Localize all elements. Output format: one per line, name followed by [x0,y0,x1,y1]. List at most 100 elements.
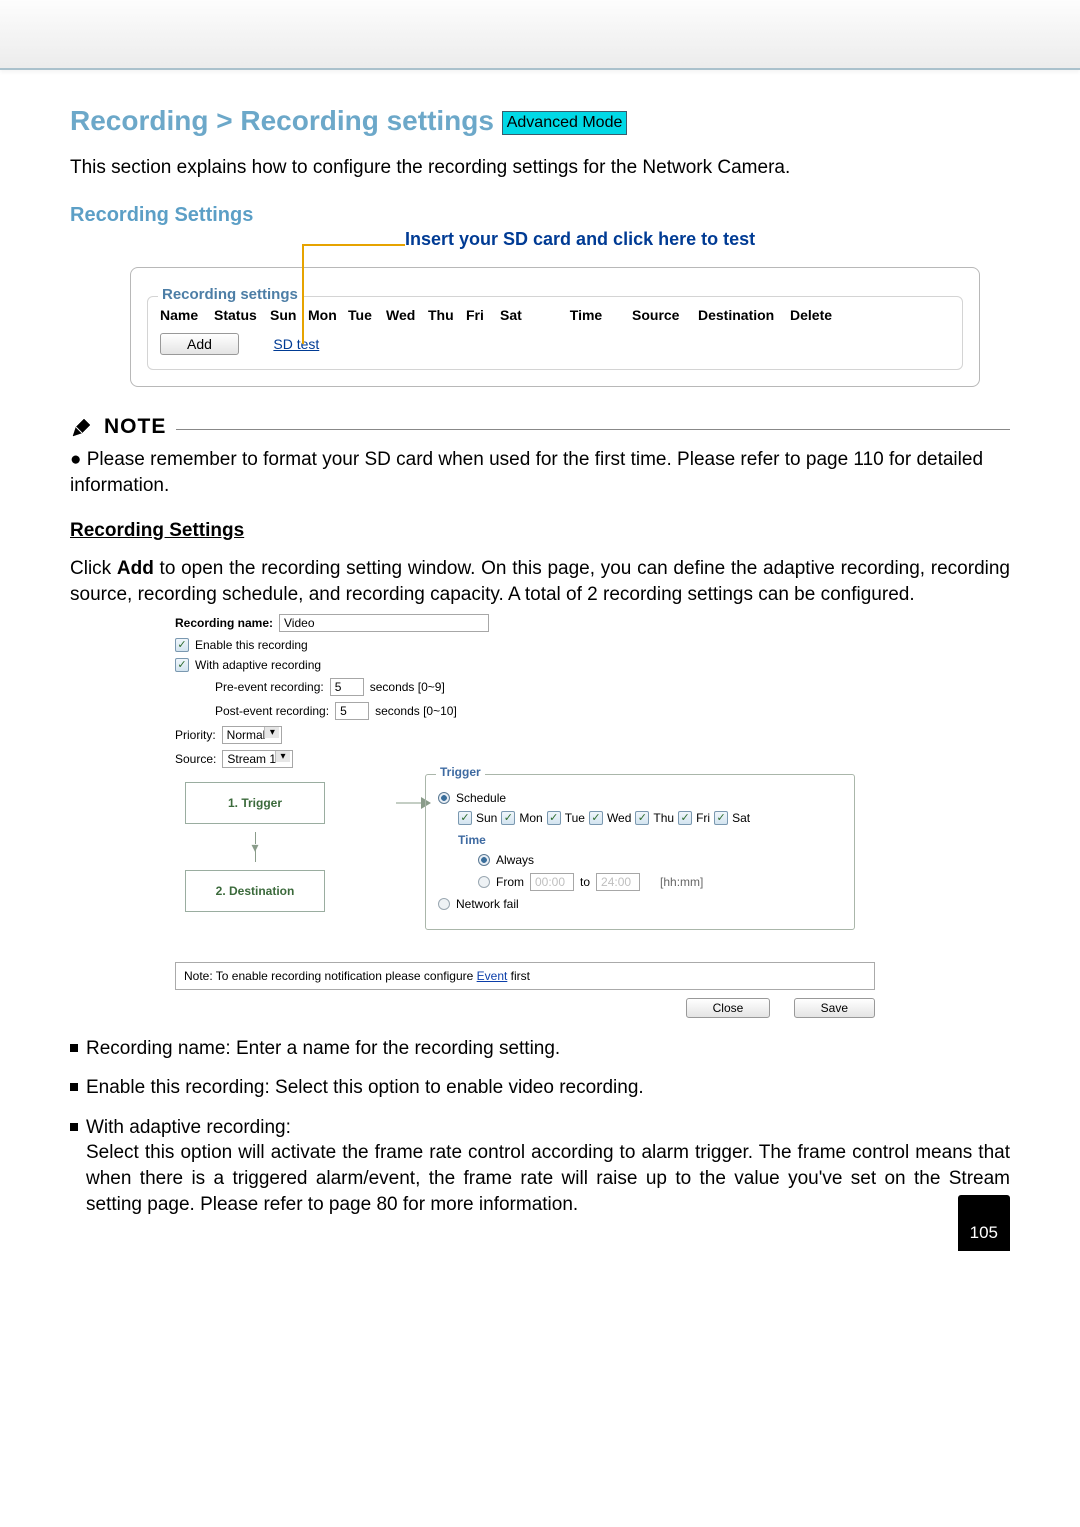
day-wed-checkbox[interactable]: ✓ [589,811,603,825]
col-tue: Tue [348,307,380,323]
row-source: Source: Stream 1 [175,750,875,768]
sd-test-link[interactable]: SD test [273,336,319,352]
square-bullet-icon [70,1123,78,1131]
schedule-label: Schedule [456,791,506,805]
add-button[interactable]: Add [160,333,239,355]
priority-select[interactable]: Normal [222,726,283,744]
from-radio[interactable] [478,876,490,888]
breadcrumb: Recording > Recording settings [70,105,494,136]
day-mon-checkbox[interactable]: ✓ [501,811,515,825]
col-wed: Wed [386,307,422,323]
bullet-recording-name: Recording name: Enter a name for the rec… [70,1036,1010,1062]
note-rule [176,429,1010,430]
flow-step-trigger[interactable]: 1. Trigger [185,782,325,824]
table-header-row: Name Status Sun Mon Tue Wed Thu Fri Sat … [160,307,950,333]
trigger-fieldset: Trigger Schedule ✓Sun ✓Mon ✓Tue ✓Wed ✓Th… [425,774,855,930]
post-event-input[interactable]: 5 [335,702,369,720]
save-button[interactable]: Save [794,998,875,1018]
hhmm-hint: [hh:mm] [660,875,703,889]
note-header: NOTE [70,415,1010,439]
close-button[interactable]: Close [686,998,771,1018]
flow-conn-2 [255,850,256,862]
from-label: From [496,875,524,889]
row-adaptive: ✓ With adaptive recording [175,658,875,672]
post-event-label: Post-event recording: [215,704,329,718]
row-network-fail: Network fail [438,897,842,911]
page-number: 105 [958,1195,1010,1251]
col-sat: Sat [500,307,540,323]
page-content: Recording > Recording settings Advanced … [0,70,1080,1271]
source-select[interactable]: Stream 1 [222,750,293,768]
rs-para-a: Click [70,558,117,579]
bullet-2-text: Enable this recording: Select this optio… [86,1077,644,1098]
recording-settings-paragraph: Click Add to open the recording setting … [70,556,1010,607]
panel-wrap: Recording settings Name Status Sun Mon T… [70,267,1010,387]
intro-text: This section explains how to configure t… [70,157,1010,179]
event-note-pre: Note: To enable recording notification p… [184,969,477,983]
day-sun-checkbox[interactable]: ✓ [458,811,472,825]
note-bullet: ● Please remember to format your SD card… [70,447,1010,498]
callout-v-line [302,244,304,344]
to-input[interactable]: 24:00 [596,873,640,891]
post-event-unit: seconds [0~10] [375,704,457,718]
section-subhead: Recording Settings [70,204,1010,227]
network-fail-radio[interactable] [438,898,450,910]
mode-badge: Advanced Mode [502,111,628,135]
rs-para-add: Add [117,558,154,579]
pre-event-label: Pre-event recording: [215,680,324,694]
priority-label: Priority: [175,728,216,742]
flow-column: 1. Trigger ▾ 2. Destination [175,774,335,920]
always-radio[interactable] [478,854,490,866]
col-destination: Destination [698,307,784,323]
event-note-post: first [507,969,530,983]
col-sun: Sun [270,307,302,323]
page-title: Recording > Recording settings Advanced … [70,105,1010,137]
row-recording-name: Recording name: Video [175,614,875,632]
panel-footer-row: Add SD test [160,333,950,355]
day-tue-checkbox[interactable]: ✓ [547,811,561,825]
network-fail-label: Network fail [456,897,519,911]
pre-event-input[interactable]: 5 [330,678,364,696]
day-mon: Mon [519,811,542,825]
bullet-1-text: Recording name: Enter a name for the rec… [86,1038,560,1059]
day-sat: Sat [732,811,750,825]
row-enable: ✓ Enable this recording [175,638,875,652]
row-always: Always [478,853,842,867]
event-link[interactable]: Event [477,969,508,983]
flow-trigger-label: 1. Trigger [228,796,282,810]
source-label: Source: [175,752,216,766]
col-fri: Fri [466,307,494,323]
row-schedule-radio: Schedule [438,791,842,805]
square-bullet-icon [70,1044,78,1052]
flow-arrow-line [396,802,421,803]
recording-fieldset: Recording settings Name Status Sun Mon T… [147,296,963,370]
flow-step-destination[interactable]: 2. Destination [185,870,325,912]
col-thu: Thu [428,307,460,323]
pre-event-unit: seconds [0~9] [370,680,445,694]
bullet-3a-text: With adaptive recording: [86,1117,291,1138]
enable-checkbox[interactable]: ✓ [175,638,189,652]
adaptive-checkbox[interactable]: ✓ [175,658,189,672]
col-status: Status [214,307,264,323]
col-mon: Mon [308,307,342,323]
recording-name-label: Recording name: [175,616,273,630]
day-fri-checkbox[interactable]: ✓ [678,811,692,825]
from-input[interactable]: 00:00 [530,873,574,891]
row-priority: Priority: Normal [175,726,875,744]
trigger-legend: Trigger [436,765,485,779]
callout-h-line [303,244,405,246]
col-name: Name [160,307,208,323]
day-sat-checkbox[interactable]: ✓ [714,811,728,825]
row-days: ✓Sun ✓Mon ✓Tue ✓Wed ✓Thu ✓Fri ✓Sat [458,811,842,825]
day-thu-checkbox[interactable]: ✓ [635,811,649,825]
day-thu: Thu [653,811,674,825]
sd-hint-text: Insert your SD card and click here to te… [405,229,755,250]
header-strip [0,0,1080,70]
schedule-radio[interactable] [438,792,450,804]
col-source: Source [632,307,692,323]
square-bullet-icon [70,1083,78,1091]
bullet-enable: Enable this recording: Select this optio… [70,1075,1010,1101]
recording-name-input[interactable]: Video [279,614,489,632]
recording-panel: Recording settings Name Status Sun Mon T… [130,267,980,387]
row-pre-event: Pre-event recording: 5 seconds [0~9] [215,678,875,696]
